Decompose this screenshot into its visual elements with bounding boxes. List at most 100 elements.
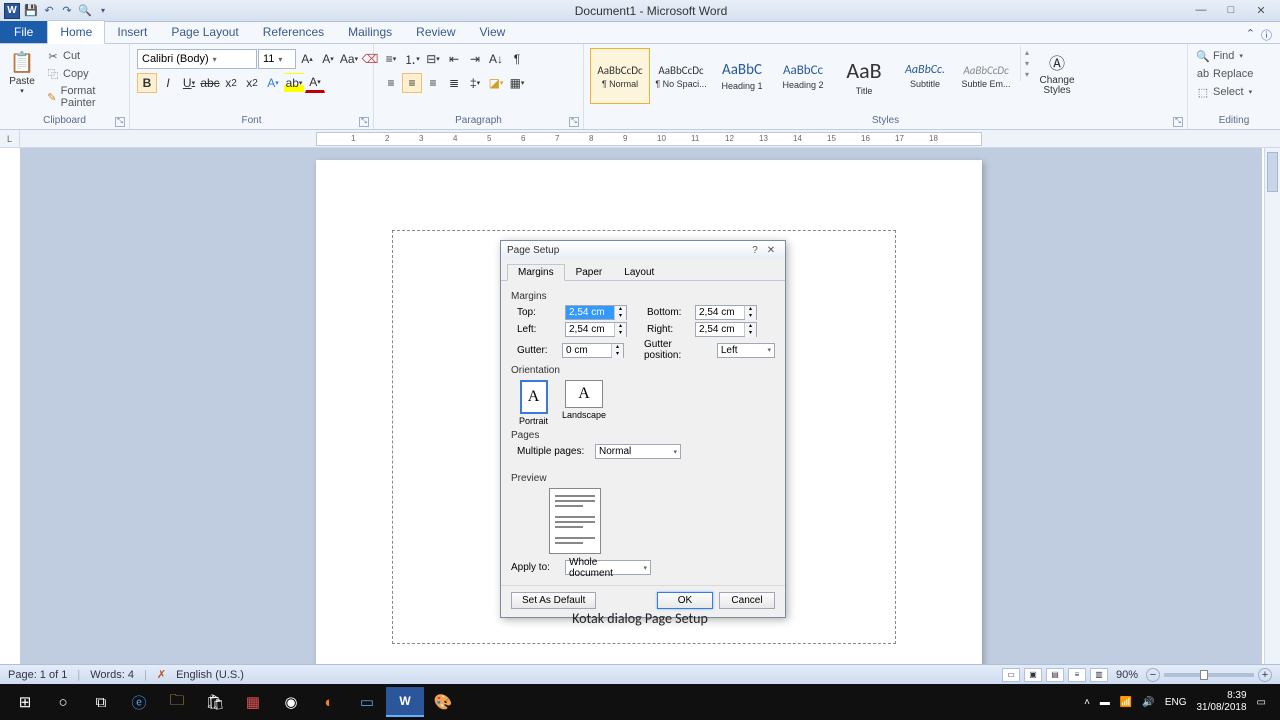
zoom-in-button[interactable]: + [1258,668,1272,682]
cut-button[interactable]: ✂Cut [44,48,123,64]
dialog-titlebar[interactable]: Page Setup ? ✕ [501,241,785,259]
help-icon[interactable]: ⓘ [1261,27,1272,43]
line-spacing-button[interactable]: ‡▾ [465,73,485,93]
taskbar-app1[interactable]: ▦ [234,687,272,717]
font-size-combo[interactable]: 11▾ [258,49,296,69]
tray-notifications-icon[interactable]: ▭ [1257,697,1266,708]
file-tab[interactable]: File [0,21,47,43]
decrease-indent-button[interactable]: ⇤ [444,49,464,69]
tab-mailings[interactable]: Mailings [336,21,404,43]
zoom-slider[interactable] [1164,673,1254,677]
set-as-default-button[interactable]: Set As Default [511,592,596,609]
superscript-button[interactable]: x2 [242,73,262,93]
strikethrough-button[interactable]: abc [200,73,220,93]
sort-button[interactable]: A↓ [486,49,506,69]
tray-wifi-icon[interactable]: 📶 [1120,697,1132,708]
text-effects-button[interactable]: A▾ [263,73,283,93]
cancel-button[interactable]: Cancel [719,592,775,609]
undo-icon[interactable]: ↶ [42,4,56,18]
styles-scroll-down[interactable]: ▾ [1025,59,1029,68]
save-icon[interactable]: 💾 [24,4,38,18]
tray-volume-icon[interactable]: 🔊 [1142,697,1154,708]
justify-button[interactable]: ≣ [444,73,464,93]
print-layout-view[interactable]: ▭ [1002,668,1020,682]
taskbar-paint[interactable]: 🎨 [424,687,462,717]
margin-top-input[interactable]: ▴▾ [565,305,627,320]
highlight-button[interactable]: ab▾ [284,73,304,93]
draft-view[interactable]: ▥ [1090,668,1108,682]
close-button[interactable]: ✕ [1252,4,1270,17]
dialog-tab-paper[interactable]: Paper [565,264,614,281]
gutter-input[interactable]: ▴▾ [562,343,624,358]
copy-button[interactable]: ⿻Copy [44,66,123,82]
paste-button[interactable]: 📋 Paste▾ [4,46,40,97]
tab-insert[interactable]: Insert [105,21,159,43]
apply-to-select[interactable]: Whole document▾ [565,560,651,575]
styles-more[interactable]: ▾ [1025,70,1029,79]
change-case-button[interactable]: Aa▾ [339,49,359,69]
ok-button[interactable]: OK [657,592,713,609]
status-proofing-icon[interactable]: ✗ [157,668,166,681]
style-item[interactable]: AaBbCHeading 1 [712,48,772,104]
subscript-button[interactable]: x2 [221,73,241,93]
tab-page-layout[interactable]: Page Layout [159,21,250,43]
align-center-button[interactable]: ≡ [402,73,422,93]
ribbon-minimize-icon[interactable]: ⌃ [1246,27,1255,43]
dialog-close-button[interactable]: ✕ [763,245,779,256]
tab-references[interactable]: References [251,21,336,43]
select-button[interactable]: ⬚Select▾ [1194,84,1255,100]
increase-indent-button[interactable]: ⇥ [465,49,485,69]
tab-review[interactable]: Review [404,21,467,43]
word-app-icon[interactable]: W [4,3,20,19]
print-preview-icon[interactable]: 🔍 [78,4,92,18]
grow-font-button[interactable]: A▴ [297,49,317,69]
web-layout-view[interactable]: ▤ [1046,668,1064,682]
taskbar-store[interactable]: 🛍 [196,687,234,717]
orientation-portrait[interactable]: A Portrait [519,380,548,426]
tab-selector[interactable]: L [0,130,20,148]
maximize-button[interactable]: □ [1222,4,1240,17]
shrink-font-button[interactable]: A▾ [318,49,338,69]
font-family-combo[interactable]: Calibri (Body)▾ [137,49,257,69]
taskbar-app2[interactable]: ▭ [348,687,386,717]
bold-button[interactable]: B [137,73,157,93]
dialog-tab-layout[interactable]: Layout [613,264,665,281]
status-page[interactable]: Page: 1 of 1 [8,669,67,681]
status-words[interactable]: Words: 4 [90,669,134,681]
numbering-button[interactable]: ⒈▾ [402,49,422,69]
qat-customize-icon[interactable]: ▾ [96,4,110,18]
zoom-out-button[interactable]: − [1146,668,1160,682]
align-right-button[interactable]: ≡ [423,73,443,93]
borders-button[interactable]: ▦▾ [507,73,527,93]
style-item[interactable]: AaBbCcDc¶ No Spaci... [651,48,711,104]
tray-clock[interactable]: 8:39 31/08/2018 [1196,690,1246,714]
font-color-button[interactable]: A▾ [305,73,325,93]
bullets-button[interactable]: ≡▾ [381,49,401,69]
minimize-button[interactable]: — [1192,4,1210,17]
taskbar-explorer[interactable]: 🗀 [158,687,196,717]
style-item[interactable]: AaBbCcHeading 2 [773,48,833,104]
align-left-button[interactable]: ≡ [381,73,401,93]
multiple-pages-select[interactable]: Normal▾ [595,444,681,459]
style-item[interactable]: AaBbCc.Subtitle [895,48,955,104]
show-marks-button[interactable]: ¶ [507,49,527,69]
margin-bottom-input[interactable]: ▴▾ [695,305,757,320]
zoom-level[interactable]: 90% [1116,669,1138,681]
dialog-help-button[interactable]: ? [747,245,763,256]
taskbar-firefox[interactable]: ◐ [310,687,348,717]
gutter-position-select[interactable]: Left▾ [717,343,775,358]
styles-scroll-up[interactable]: ▴ [1025,48,1029,57]
replace-button[interactable]: abReplace [1194,66,1255,82]
tray-chevron-icon[interactable]: ˄ [1084,697,1090,708]
task-view-button[interactable]: ⧉ [82,687,120,717]
shading-button[interactable]: ◪▾ [486,73,506,93]
font-launcher[interactable]: ⤡ [359,117,369,127]
status-language[interactable]: English (U.S.) [176,669,244,681]
style-item[interactable]: AaBbCcDcSubtle Em... [956,48,1016,104]
margin-right-input[interactable]: ▴▾ [695,322,757,337]
taskbar-edge[interactable]: ⓔ [120,687,158,717]
taskbar-word[interactable]: W [386,687,424,717]
tray-battery-icon[interactable]: ▬ [1100,697,1110,708]
paragraph-launcher[interactable]: ⤡ [569,117,579,127]
margin-left-input[interactable]: ▴▾ [565,322,627,337]
